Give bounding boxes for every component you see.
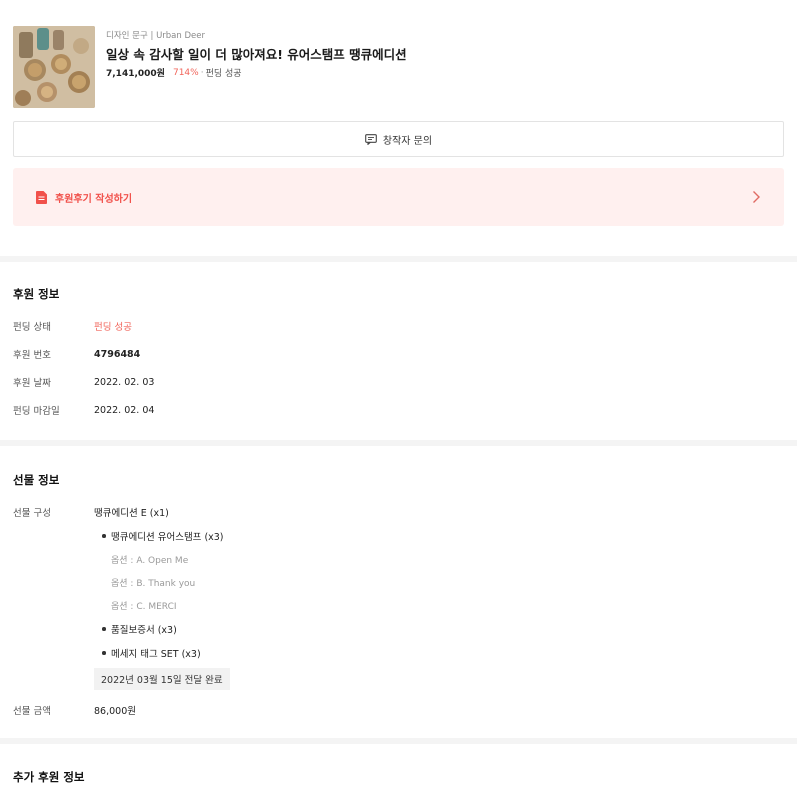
row-value: 4796484: [94, 348, 141, 360]
gift-item-option: 옵션 : C. MERCI: [111, 602, 177, 612]
row-label: 펀딩 마감일: [13, 406, 60, 417]
delivery-status-badge: 2022년 03월 15일 전달 완료: [94, 668, 230, 690]
project-thumbnail[interactable]: [13, 26, 95, 108]
reward-name: 땡큐에디션 E (x1): [94, 508, 169, 519]
project-title[interactable]: 일상 속 감사할 일이 더 많아져요! 유어스탬프 땡큐에디션: [106, 44, 407, 63]
row-value: 펀딩 성공: [94, 322, 132, 333]
project-status: 펀딩 성공: [205, 69, 242, 79]
gift-item-option: 옵션 : B. Thank you: [111, 579, 196, 589]
gift-item: 메세지 태그 SET (x3): [102, 646, 201, 660]
gift-info-section: 선물 정보 선물 구성 땡큐에디션 E (x1) 땡큐에디션 유어스탬프 (x3…: [0, 446, 797, 738]
pledge-info-title: 후원 정보: [13, 287, 60, 301]
row-label: 선물 구성: [13, 508, 51, 519]
creator-inquiry-label: 창작자 문의: [382, 135, 433, 147]
pledge-row-number: 후원 번호 4796484: [13, 347, 141, 362]
project-card: 디자인 문구 | Urban Deer 일상 속 감사할 일이 더 많아져요! …: [0, 0, 797, 256]
project-percent: 714%: [172, 67, 199, 78]
write-review-label: 후원후기 작성하기: [55, 193, 133, 205]
gift-item: 땡큐에디션 유어스탬프 (x3): [102, 529, 224, 543]
project-amount: 7,141,000원: [106, 69, 165, 79]
gift-info-title: 선물 정보: [13, 473, 60, 487]
stamp-photo-image: [13, 26, 95, 108]
gift-amount: 86,000원: [94, 706, 136, 717]
document-icon: [36, 190, 47, 204]
gift-item-option: 옵션 : A. Open Me: [111, 556, 189, 566]
write-review-button[interactable]: 후원후기 작성하기: [13, 168, 784, 226]
gift-composition-row: 선물 구성 땡큐에디션 E (x1): [13, 505, 169, 519]
row-value: 2022. 02. 04: [94, 404, 155, 416]
pledge-row-status: 펀딩 상태 펀딩 성공: [13, 319, 132, 333]
row-label: 후원 날짜: [13, 378, 51, 389]
gift-amount-row: 선물 금액 86,000원: [13, 703, 136, 717]
pledge-row-date: 후원 날짜 2022. 02. 03: [13, 375, 155, 390]
chevron-right-icon: [753, 191, 760, 203]
pledge-info-section: 후원 정보 펀딩 상태 펀딩 성공 후원 번호 4796484 후원 날짜 20…: [0, 262, 797, 440]
meta-separator: ·: [200, 67, 204, 78]
project-category: 디자인 문구 | Urban Deer: [106, 31, 205, 41]
creator-inquiry-button[interactable]: 창작자 문의: [13, 121, 784, 157]
extra-pledge-title: 추가 후원 정보: [13, 770, 85, 784]
extra-pledge-section: 추가 후원 정보: [0, 744, 797, 797]
row-value: 2022. 02. 03: [94, 376, 155, 388]
message-icon: [365, 133, 377, 145]
row-label: 선물 금액: [13, 706, 51, 717]
gift-item: 품질보증서 (x3): [102, 622, 177, 636]
pledge-row-deadline: 펀딩 마감일 2022. 02. 04: [13, 403, 155, 418]
row-label: 후원 번호: [13, 350, 51, 361]
row-label: 펀딩 상태: [13, 322, 51, 333]
project-meta: 7,141,000원 714% · 펀딩 성공: [106, 66, 242, 80]
